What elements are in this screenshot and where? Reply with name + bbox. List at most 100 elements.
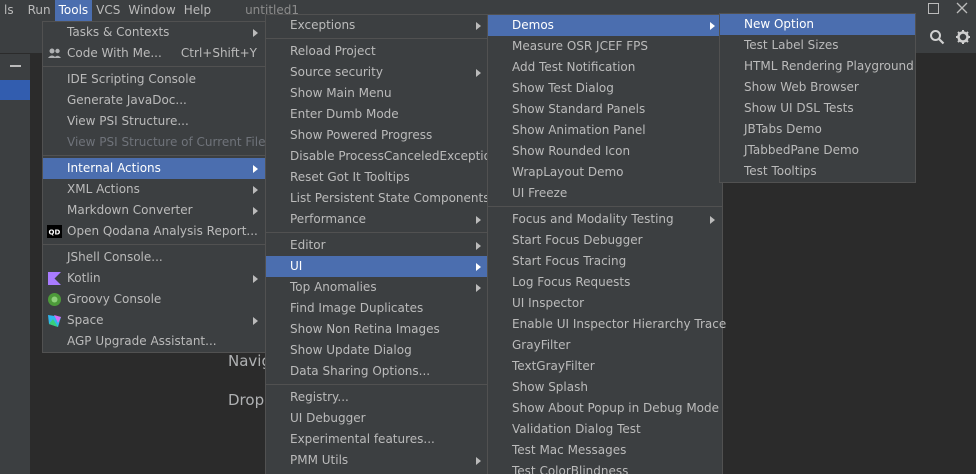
- menu-item-show-ui-dsl-tests[interactable]: Show UI DSL Tests: [720, 98, 915, 119]
- menu-item-ui[interactable]: UI: [266, 256, 488, 277]
- menu-item-show-about-popup-in-debug-mode[interactable]: Show About Popup in Debug Mode: [488, 398, 722, 419]
- menu-item-label: AGP Upgrade Assistant...: [67, 334, 217, 348]
- menu-item-reload-project[interactable]: Reload Project: [266, 41, 488, 62]
- menu-item-focus-and-modality-testing[interactable]: Focus and Modality Testing: [488, 209, 722, 230]
- kotlin-icon: [47, 271, 62, 286]
- menu-item-textgrayfilter[interactable]: TextGrayFilter: [488, 356, 722, 377]
- demos-menu: New Option Test Label Sizes HTML Rendering…: [719, 13, 916, 183]
- menu-item-open-qodana-analysis-report[interactable]: QD Open Qodana Analysis Report...: [43, 221, 265, 242]
- menu-item-ui-debugger[interactable]: UI Debugger: [266, 408, 488, 429]
- menu-item-label: JBTabs Demo: [744, 122, 822, 136]
- menu-item-label: Add Test Notification: [512, 60, 636, 74]
- menu-item-label: Registry...: [290, 390, 349, 404]
- menu-item-space[interactable]: Space: [43, 310, 265, 331]
- menu-item-data-sharing-options[interactable]: Data Sharing Options...: [266, 361, 488, 382]
- menu-item-exceptions[interactable]: Exceptions: [266, 15, 488, 36]
- menu-item-agp-upgrade-assistant[interactable]: AGP Upgrade Assistant...: [43, 331, 265, 352]
- menu-item-experimental-features[interactable]: Experimental features...: [266, 429, 488, 450]
- menu-item-measure-osr-jcef-fps[interactable]: Measure OSR JCEF FPS: [488, 36, 722, 57]
- menu-item-editor[interactable]: Editor: [266, 235, 488, 256]
- menu-item-grayfilter[interactable]: GrayFilter: [488, 335, 722, 356]
- gear-icon[interactable]: [955, 29, 971, 45]
- menu-item-label: Data Sharing Options...: [290, 364, 431, 378]
- menu-item-registry[interactable]: Registry...: [266, 387, 488, 408]
- menu-item-kotlin[interactable]: Kotlin: [43, 268, 265, 289]
- menu-item-jshell-console[interactable]: JShell Console...: [43, 247, 265, 268]
- menu-item-add-test-notification[interactable]: Add Test Notification: [488, 57, 722, 78]
- menu-item-find-image-duplicates[interactable]: Find Image Duplicates: [266, 298, 488, 319]
- menu-item-pmm-utils[interactable]: PMM Utils: [266, 450, 488, 471]
- selected-row[interactable]: [0, 80, 30, 100]
- menu-window[interactable]: Window: [124, 0, 179, 21]
- menu-item-label: IDE Scripting Console: [67, 72, 196, 86]
- menu-item-tasks-contexts[interactable]: Tasks & Contexts: [43, 22, 265, 43]
- menu-item-xml-actions[interactable]: XML Actions: [43, 179, 265, 200]
- menu-item-label: TextGrayFilter: [512, 359, 595, 373]
- menu-item-label: Show Main Menu: [290, 86, 392, 100]
- menu-ls[interactable]: ls: [0, 0, 18, 21]
- menu-item-show-web-browser[interactable]: Show Web Browser: [720, 77, 915, 98]
- menu-item-markdown-converter[interactable]: Markdown Converter: [43, 200, 265, 221]
- menu-tools[interactable]: Tools: [54, 0, 93, 21]
- menu-item-label: Show Non Retina Images: [290, 322, 440, 336]
- menu-item-generate-javadoc[interactable]: Generate JavaDoc...: [43, 90, 265, 111]
- menu-item-code-with-me[interactable]: Code With Me... Ctrl+Shift+Y: [43, 43, 265, 64]
- maximize-icon[interactable]: [928, 3, 939, 14]
- submenu-arrow-icon: [476, 284, 481, 292]
- svg-text:QD: QD: [49, 229, 61, 237]
- menu-separator: [266, 36, 488, 39]
- menu-item-enable-ui-inspector-hierarchy-trace[interactable]: Enable UI Inspector Hierarchy Trace: [488, 314, 726, 335]
- menu-item-label: Kotlin: [67, 271, 101, 285]
- menu-item-test-tooltips[interactable]: Test Tooltips: [720, 161, 915, 182]
- menu-item-list-persistent-state-components[interactable]: List Persistent State Components: [266, 188, 490, 209]
- menu-item-label: Measure OSR JCEF FPS: [512, 39, 649, 53]
- submenu-arrow-icon: [253, 186, 258, 194]
- menu-item-enter-dumb-mode[interactable]: Enter Dumb Mode: [266, 104, 488, 125]
- menu-item-ui-freeze[interactable]: UI Freeze: [488, 183, 722, 204]
- menu-item-source-security[interactable]: Source security: [266, 62, 488, 83]
- search-icon[interactable]: [929, 29, 945, 45]
- menu-item-validation-dialog-test[interactable]: Validation Dialog Test: [488, 419, 722, 440]
- menu-item-view-psi-structure[interactable]: View PSI Structure...: [43, 111, 265, 132]
- menu-item-log-focus-requests[interactable]: Log Focus Requests: [488, 272, 722, 293]
- menu-item-jtabbedpane-demo[interactable]: JTabbedPane Demo: [720, 140, 915, 161]
- menu-item-show-non-retina-images[interactable]: Show Non Retina Images: [266, 319, 488, 340]
- minimize-icon[interactable]: [10, 65, 21, 67]
- menu-help[interactable]: Help: [180, 0, 215, 21]
- menu-item-jbtabs-demo[interactable]: JBTabs Demo: [720, 119, 915, 140]
- menu-item-show-powered-progress[interactable]: Show Powered Progress: [266, 125, 488, 146]
- menu-item-reset-got-it-tooltips[interactable]: Reset Got It Tooltips: [266, 167, 488, 188]
- menu-item-show-standard-panels[interactable]: Show Standard Panels: [488, 99, 722, 120]
- menu-item-demos[interactable]: Demos: [488, 15, 722, 36]
- submenu-arrow-icon: [476, 69, 481, 77]
- tools-menu: Tasks & Contexts Code With Me... Ctrl+Shif…: [42, 21, 277, 353]
- menu-item-disable-processcanceledexception[interactable]: Disable ProcessCanceledException: [266, 146, 499, 167]
- menu-vcs[interactable]: VCS: [92, 0, 124, 21]
- menu-item-ide-scripting-console[interactable]: IDE Scripting Console: [43, 69, 265, 90]
- menu-item-show-test-dialog[interactable]: Show Test Dialog: [488, 78, 722, 99]
- menu-item-top-anomalies[interactable]: Top Anomalies: [266, 277, 488, 298]
- menu-item-groovy-console[interactable]: Groovy Console: [43, 289, 265, 310]
- menu-item-wraplayout-demo[interactable]: WrapLayout Demo: [488, 162, 722, 183]
- menu-item-internal-actions[interactable]: Internal Actions: [43, 158, 265, 179]
- menu-item-ui-inspector[interactable]: UI Inspector: [488, 293, 722, 314]
- close-icon[interactable]: [955, 1, 969, 15]
- menu-item-label: List Persistent State Components: [290, 191, 490, 205]
- menu-run[interactable]: Run: [24, 0, 55, 21]
- menu-item-html-rendering-playground[interactable]: HTML Rendering Playground: [720, 56, 915, 77]
- menu-item-label: View PSI Structure of Current File...: [67, 135, 277, 149]
- submenu-arrow-icon: [476, 216, 481, 224]
- menu-item-show-rounded-icon[interactable]: Show Rounded Icon: [488, 141, 722, 162]
- menu-item-new-option[interactable]: New Option: [720, 14, 915, 35]
- menu-item-start-focus-debugger[interactable]: Start Focus Debugger: [488, 230, 722, 251]
- menu-item-performance[interactable]: Performance: [266, 209, 488, 230]
- menu-item-start-focus-tracing[interactable]: Start Focus Tracing: [488, 251, 722, 272]
- menu-item-show-update-dialog[interactable]: Show Update Dialog: [266, 340, 488, 361]
- menu-item-show-animation-panel[interactable]: Show Animation Panel: [488, 120, 722, 141]
- menu-item-test-colorblindness[interactable]: Test ColorBlindness: [488, 461, 722, 474]
- people-icon: [47, 46, 62, 61]
- menu-item-show-splash[interactable]: Show Splash: [488, 377, 722, 398]
- menu-item-test-label-sizes[interactable]: Test Label Sizes: [720, 35, 915, 56]
- menu-item-show-main-menu[interactable]: Show Main Menu: [266, 83, 488, 104]
- menu-item-test-mac-messages[interactable]: Test Mac Messages: [488, 440, 722, 461]
